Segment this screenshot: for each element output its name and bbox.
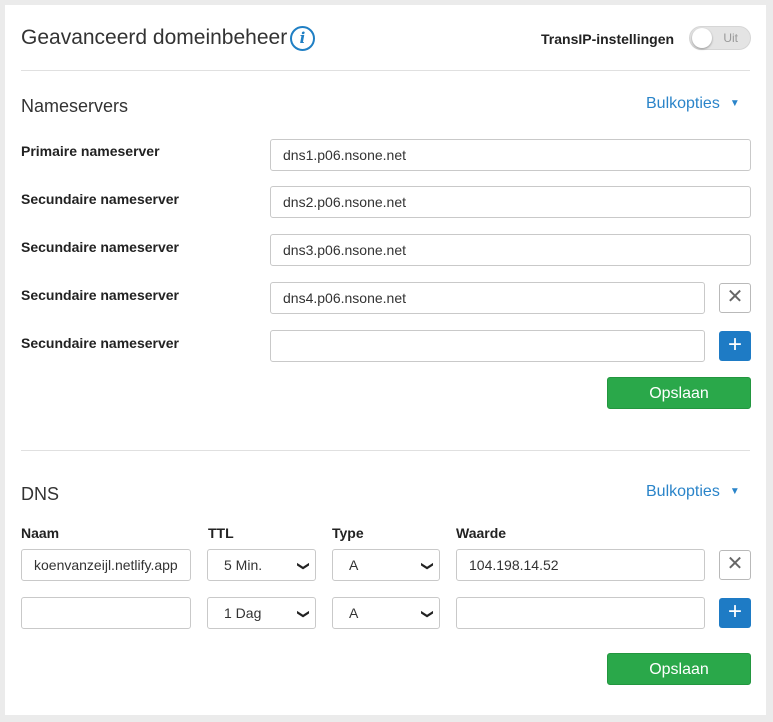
nameserver-input-4[interactable] [270,282,705,314]
column-header-type: Type [332,525,364,541]
chevron-down-icon: ❯ [420,608,435,620]
caret-down-icon: ▼ [729,486,740,497]
domain-management-panel: Geavanceerd domeinbeheer i TransIP-inste… [5,5,766,715]
remove-dns-record-button[interactable]: ✕ [719,550,751,580]
toggle-state-text: Uit [723,31,738,45]
ttl-selected-value: 1 Dag [224,605,262,621]
header-divider [21,70,750,71]
dns-record-type-select[interactable]: A ❯ [332,549,440,581]
new-dns-record-ttl-select[interactable]: 1 Dag ❯ [207,597,316,629]
nameserver-label-2: Secundaire nameserver [21,191,179,207]
section-divider [21,450,750,451]
remove-nameserver-button[interactable]: ✕ [719,283,751,313]
toggle-knob [692,28,712,48]
dns-record-ttl-select[interactable]: 5 Min. ❯ [207,549,316,581]
dns-record-name-input[interactable] [21,549,191,581]
ttl-selected-value: 5 Min. [224,557,263,573]
caret-down-icon: ▼ [729,98,740,109]
close-icon: ✕ [726,286,744,308]
nameserver-label-4: Secundaire nameserver [21,287,179,303]
dns-record-value-input[interactable] [456,549,705,581]
nameserver-input-1[interactable] [270,139,751,171]
column-header-name: Naam [21,525,60,541]
nameserver-input-5[interactable] [270,330,705,362]
new-dns-record-value-input[interactable] [456,597,705,629]
new-dns-record-name-input[interactable] [21,597,191,629]
bulk-options-label: Bulkopties [646,95,720,112]
nameserver-input-3[interactable] [270,234,751,266]
page-title: Geavanceerd domeinbeheer [21,26,288,49]
nameserver-label-1: Primaire nameserver [21,143,160,159]
column-header-ttl: TTL [208,525,234,541]
add-nameserver-button[interactable]: + [719,331,751,361]
plus-icon: + [727,331,742,358]
chevron-down-icon: ❯ [296,560,311,572]
nameserver-label-3: Secundaire nameserver [21,239,179,255]
nameservers-save-button[interactable]: Opslaan [607,377,751,409]
plus-icon: + [727,598,742,625]
close-icon: ✕ [726,553,744,575]
type-selected-value: A [349,557,359,573]
dns-section-title: DNS [21,484,60,504]
bulk-options-label: Bulkopties [646,483,720,500]
chevron-down-icon: ❯ [296,608,311,620]
nameserver-input-2[interactable] [270,186,751,218]
chevron-down-icon: ❯ [420,560,435,572]
dns-bulk-options[interactable]: Bulkopties ▼ [646,483,740,501]
transip-settings-toggle[interactable]: Uit [689,26,751,50]
type-selected-value: A [349,605,359,621]
nameservers-section-title: Nameservers [21,96,129,116]
transip-settings-label: TransIP-instellingen [541,31,675,47]
new-dns-record-type-select[interactable]: A ❯ [332,597,440,629]
dns-save-button[interactable]: Opslaan [607,653,751,685]
add-dns-record-button[interactable]: + [719,598,751,628]
nameservers-bulk-options[interactable]: Bulkopties ▼ [646,95,740,113]
info-icon[interactable]: i [290,26,315,51]
nameserver-label-5: Secundaire nameserver [21,335,179,351]
column-header-value: Waarde [456,525,507,541]
